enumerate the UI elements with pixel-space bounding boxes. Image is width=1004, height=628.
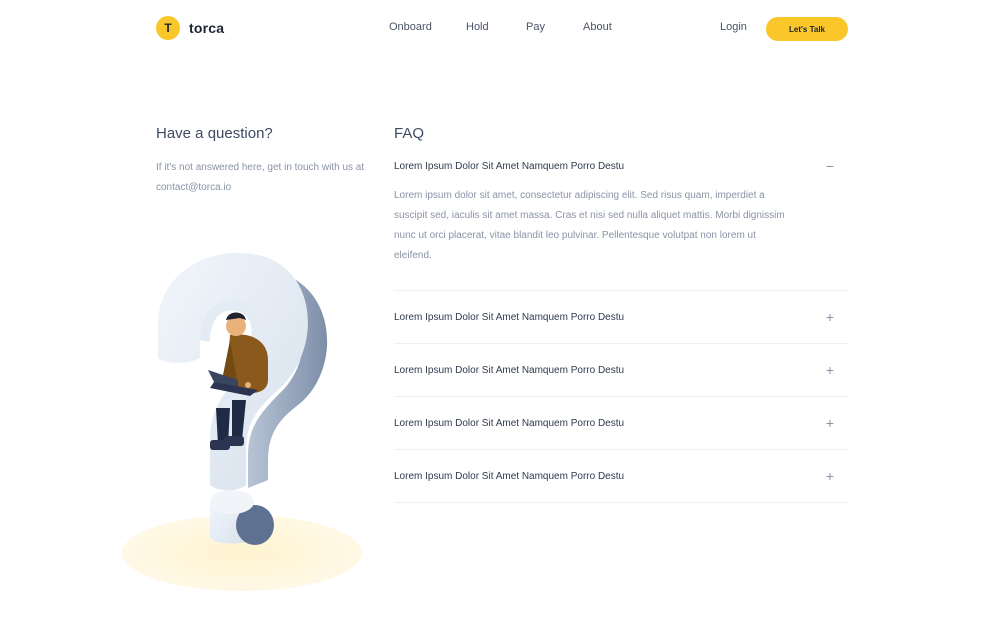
faq-item: Lorem Ipsum Dolor Sit Amet Namquem Porro… <box>394 344 848 397</box>
question-mark-person-illustration <box>118 240 368 595</box>
faq-item: Lorem Ipsum Dolor Sit Amet Namquem Porro… <box>394 450 848 503</box>
brand-logo[interactable]: T torca <box>156 16 224 40</box>
faq-question-text: Lorem Ipsum Dolor Sit Amet Namquem Porro… <box>394 160 625 172</box>
faq-question-text: Lorem Ipsum Dolor Sit Amet Namquem Porro… <box>394 311 625 323</box>
illustration-graphic <box>122 252 362 591</box>
lets-talk-button[interactable]: Let's Talk <box>766 17 848 41</box>
expand-icon[interactable]: + <box>820 468 840 484</box>
nav-item-pay[interactable]: Pay <box>526 21 545 33</box>
nav-item-hold[interactable]: Hold <box>466 21 489 33</box>
expand-icon[interactable]: + <box>820 415 840 431</box>
faq-answer: Lorem ipsum dolor sit amet, consectetur … <box>394 190 785 261</box>
faq-question[interactable]: Lorem Ipsum Dolor Sit Amet Namquem Porro… <box>394 291 848 343</box>
brand-name: torca <box>189 20 225 36</box>
faq-item: Lorem Ipsum Dolor Sit Amet Namquem Porro… <box>394 397 848 450</box>
faq-item: Lorem Ipsum Dolor Sit Amet Namquem Porro… <box>394 150 848 291</box>
faq-question-text: Lorem Ipsum Dolor Sit Amet Namquem Porro… <box>394 470 625 482</box>
faq-item: Lorem Ipsum Dolor Sit Amet Namquem Porro… <box>394 291 848 344</box>
logo-mark-icon: T <box>156 16 180 40</box>
nav-item-about[interactable]: About <box>583 21 612 33</box>
faq-question[interactable]: Lorem Ipsum Dolor Sit Amet Namquem Porro… <box>394 397 848 449</box>
collapse-icon[interactable]: − <box>820 158 840 174</box>
faq-question-text: Lorem Ipsum Dolor Sit Amet Namquem Porro… <box>394 417 625 429</box>
expand-icon[interactable]: + <box>820 362 840 378</box>
faq-question[interactable]: Lorem Ipsum Dolor Sit Amet Namquem Porro… <box>394 150 848 182</box>
site-header: T torca Onboard Hold Pay About Login Let… <box>0 0 1004 56</box>
faq-question-text: Lorem Ipsum Dolor Sit Amet Namquem Porro… <box>394 364 625 376</box>
intro-subtitle: If it's not answered here, get in touch … <box>156 162 365 193</box>
intro-title: Have a question? <box>156 125 273 142</box>
login-link[interactable]: Login <box>720 21 747 33</box>
faq-question[interactable]: Lorem Ipsum Dolor Sit Amet Namquem Porro… <box>394 450 848 502</box>
faq-title: FAQ <box>394 125 425 142</box>
faq-question[interactable]: Lorem Ipsum Dolor Sit Amet Namquem Porro… <box>394 344 848 396</box>
nav-item-onboard[interactable]: Onboard <box>389 21 432 33</box>
expand-icon[interactable]: + <box>820 309 840 325</box>
faq-accordion: Lorem Ipsum Dolor Sit Amet Namquem Porro… <box>394 150 848 503</box>
